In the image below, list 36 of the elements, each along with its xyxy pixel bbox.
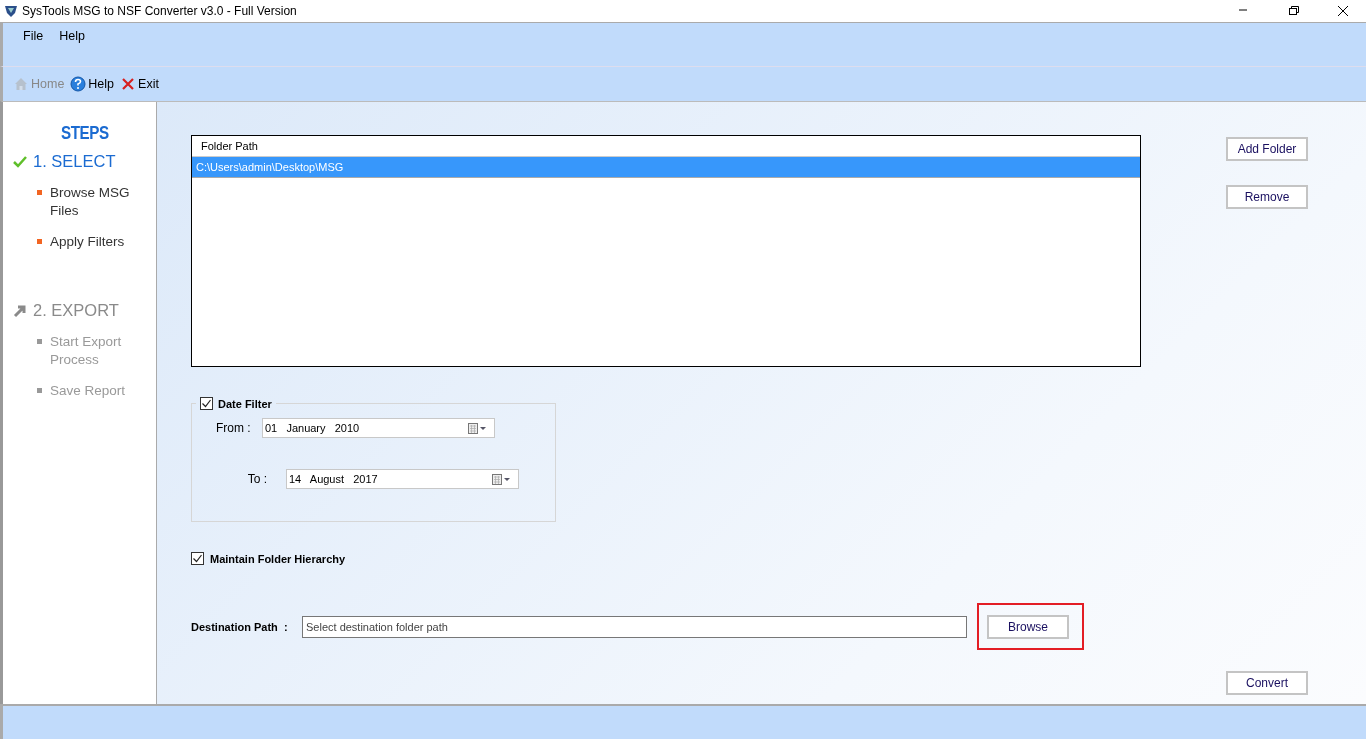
menu-item[interactable]: File — [15, 29, 52, 43]
field-label: To : — [246, 472, 268, 486]
steps-heading: STEPS — [60, 122, 109, 144]
convert-button[interactable]: Convert — [1226, 671, 1308, 695]
calendar-dropdown-icon — [468, 422, 486, 434]
checkbox[interactable] — [200, 397, 213, 410]
home-icon — [13, 76, 29, 92]
destination-field[interactable]: Select destination folder path — [302, 615, 967, 638]
step-item: Start Export Process — [50, 333, 123, 369]
folder-button[interactable]: Remove — [1226, 185, 1308, 209]
step-item: Save Report — [50, 382, 126, 400]
checkbox[interactable] — [191, 552, 204, 565]
folder-button[interactable]: Add Folder — [1226, 137, 1308, 161]
window-title: SysTools MSG to NSF Converter v3.0 - Full Version — [22, 4, 297, 18]
field-label: Destination Path : — [191, 620, 289, 633]
check-icon — [192, 553, 203, 564]
step-item: Apply Filters — [50, 233, 125, 251]
date-picker[interactable]: 14 August 2017 — [286, 469, 519, 489]
restore-icon[interactable] — [1287, 5, 1299, 17]
toolbar-button[interactable]: Help — [70, 76, 115, 92]
step-title: 1. SELECT — [33, 152, 116, 171]
menu-item[interactable]: Help — [51, 29, 93, 43]
checkbox-label: Maintain Folder Hierarchy — [210, 552, 346, 565]
help-icon — [70, 76, 87, 92]
calendar-dropdown-icon — [492, 473, 510, 485]
close-icon[interactable] — [1337, 5, 1349, 17]
step-title: 2. EXPORT — [33, 301, 119, 320]
checkbox-label: Date Filter — [218, 397, 272, 410]
date-picker[interactable]: 01 January 2010 — [262, 418, 495, 438]
check-icon — [201, 398, 212, 409]
step-item: Browse MSG Files — [50, 184, 131, 220]
app-logo-icon — [4, 4, 18, 18]
browse-button[interactable]: Browse — [987, 615, 1069, 639]
toolbar-button[interactable]: Exit — [120, 76, 159, 92]
close-icon — [120, 76, 137, 92]
field-label: From : — [215, 421, 252, 435]
